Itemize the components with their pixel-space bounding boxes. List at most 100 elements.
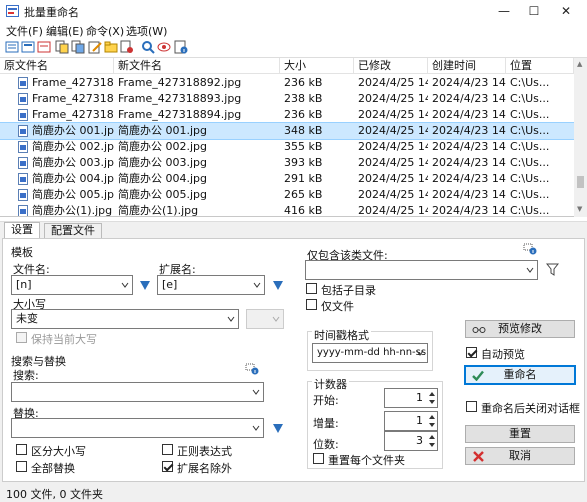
file-row[interactable]: 简鹿办公(1).jpg 简鹿办公(1).jpg 416 kB 2024/4/25 14…	[0, 203, 574, 217]
regex-checkbox[interactable]	[162, 444, 173, 455]
spin-arrows-icon[interactable]	[428, 390, 436, 406]
edit-icon[interactable]	[88, 40, 102, 54]
rename-button[interactable]: 重命名	[464, 365, 576, 385]
filter-funnel-icon[interactable]	[546, 263, 559, 276]
file-row[interactable]: Frame_4273188... Frame_427318894.jpg 236 k…	[0, 107, 574, 123]
info-icon[interactable]	[174, 40, 188, 54]
timestamp-format-combo[interactable]: yyyy-mm-dd hh-nn-ss	[312, 343, 428, 363]
move-icon[interactable]	[71, 40, 85, 54]
reset-button[interactable]: 重置	[465, 425, 575, 443]
help-info-icon[interactable]	[523, 243, 537, 255]
preview-button[interactable]: 预览修改	[465, 320, 575, 338]
replace-all-checkbox[interactable]	[16, 461, 27, 472]
chevron-down-icon	[272, 316, 280, 322]
case-sensitive-label: 区分大小写	[31, 445, 86, 458]
horizontal-scrollbar[interactable]	[0, 217, 587, 222]
file-cell: C:\Us...	[510, 140, 550, 153]
column-modified[interactable]: 已修改	[354, 58, 428, 74]
search-icon[interactable]	[141, 40, 155, 54]
filter-combo[interactable]	[305, 260, 538, 280]
file-row[interactable]: 简鹿办公 001.jpg 简鹿办公 001.jpg 348 kB 2024/4/25 …	[0, 122, 575, 140]
file-cell: 265 kB	[284, 188, 323, 201]
file-row[interactable]: 简鹿办公 003.jpg 简鹿办公 003.jpg 393 kB 2024/4/25 …	[0, 155, 574, 171]
case-combo[interactable]: 未变	[11, 309, 239, 329]
file-cell: 416 kB	[284, 204, 323, 217]
minimize-button[interactable]: —	[490, 0, 518, 22]
menu-command[interactable]: 命令(X)	[86, 23, 124, 39]
add-file-icon[interactable]	[37, 40, 51, 54]
file-row[interactable]: 简鹿办公 004.jpg 简鹿办公 004.jpg 291 kB 2024/4/25 …	[0, 171, 574, 187]
file-cell: 2024/4/23 14...	[432, 204, 506, 217]
folder-icon[interactable]	[104, 40, 118, 54]
keep-case-checkbox[interactable]	[16, 332, 27, 343]
case-sensitive-checkbox[interactable]	[16, 444, 27, 455]
files-only-checkbox[interactable]	[306, 299, 317, 310]
image-file-icon	[18, 173, 28, 185]
list-scrollbar[interactable]: ▲ ▼	[574, 58, 587, 217]
filename-insert-menu-icon[interactable]	[140, 281, 150, 290]
file-cell: 简鹿办公 002.jpg	[32, 140, 114, 153]
file-cell: 238 kB	[284, 92, 323, 105]
settings-panel: 模板 文件名: [n] 扩展名: [e] 大小写 未变 保持当前大写 搜索与替换…	[2, 238, 585, 482]
help-info-icon[interactable]	[245, 363, 259, 375]
auto-preview-checkbox[interactable]	[466, 347, 477, 358]
file-cell: 2024/4/23 14...	[432, 172, 506, 185]
file-cell: 2024/4/23 14...	[432, 124, 506, 137]
close-button[interactable]: ✕	[552, 0, 580, 22]
menu-edit[interactable]: 编辑(E)	[46, 23, 84, 39]
file-cell: Frame_427318893.jpg	[118, 92, 242, 105]
search-label: 搜索:	[13, 369, 39, 382]
column-location[interactable]: 位置	[506, 58, 574, 74]
file-cell: C:\Us...	[510, 204, 550, 217]
filename-combo[interactable]: [n]	[11, 275, 133, 295]
search-input[interactable]	[11, 382, 264, 402]
file-row[interactable]: Frame_4273188... Frame_427318892.jpg 236 k…	[0, 75, 574, 91]
file-cell: 291 kB	[284, 172, 323, 185]
tab-profiles[interactable]: 配置文件	[44, 223, 102, 239]
file-cell: 简鹿办公 004.jpg	[32, 172, 114, 185]
file-cell: 236 kB	[284, 108, 323, 121]
exclude-extension-checkbox[interactable]	[162, 461, 173, 472]
column-size[interactable]: 大小	[280, 58, 354, 74]
image-file-icon	[18, 189, 28, 201]
close-after-rename-checkbox[interactable]	[466, 401, 477, 412]
file-row[interactable]: Frame_4273188... Frame_427318893.jpg 238 k…	[0, 91, 574, 107]
column-original-name[interactable]: 原文件名	[0, 58, 114, 74]
keep-case-label: 保持当前大写	[31, 333, 97, 346]
spin-arrows-icon[interactable]	[428, 413, 436, 429]
file-row[interactable]: 简鹿办公 005.jpg 简鹿办公 005.jpg 265 kB 2024/4/25 …	[0, 187, 574, 203]
file-cell: 355 kB	[284, 140, 323, 153]
extension-insert-menu-icon[interactable]	[273, 281, 283, 290]
file-cell: 2024/4/23 14...	[432, 188, 506, 201]
settings-icon[interactable]	[120, 40, 134, 54]
file-cell: 2024/4/23 14...	[432, 108, 506, 121]
file-cell: 2024/4/25 14...	[358, 76, 428, 89]
extension-combo[interactable]: [e]	[157, 275, 265, 295]
preview-eye-icon[interactable]	[157, 40, 171, 54]
file-list[interactable]: 原文件名 新文件名 大小 已修改 创建时间 位置 Frame_4273188..…	[0, 58, 587, 217]
list-icon[interactable]	[5, 40, 19, 54]
spin-arrows-icon[interactable]	[428, 433, 436, 449]
timestamp-group-label: 时间戳格式	[312, 327, 371, 343]
reset-per-folder-checkbox[interactable]	[313, 453, 324, 464]
file-cell: Frame_427318892.jpg	[118, 76, 242, 89]
column-created[interactable]: 创建时间	[428, 58, 506, 74]
file-cell: 2024/4/25 14...	[358, 108, 428, 121]
reset-per-folder-label: 重置每个文件夹	[328, 454, 405, 467]
menu-options[interactable]: 选项(W)	[126, 23, 167, 39]
menu-file[interactable]: 文件(F)	[6, 23, 43, 39]
details-icon[interactable]	[21, 40, 35, 54]
cancel-button[interactable]: 取消	[465, 447, 575, 465]
file-row[interactable]: 简鹿办公 002.jpg 简鹿办公 002.jpg 355 kB 2024/4/25 …	[0, 139, 574, 155]
file-cell: 2024/4/25 14...	[358, 204, 428, 217]
replace-insert-menu-icon[interactable]	[273, 424, 283, 433]
file-cell: 2024/4/25 14...	[358, 172, 428, 185]
case-option-combo[interactable]	[246, 309, 284, 329]
copy-icon[interactable]	[55, 40, 69, 54]
column-new-name[interactable]: 新文件名	[114, 58, 280, 74]
tab-settings[interactable]: 设置	[4, 222, 40, 239]
maximize-button[interactable]: ☐	[520, 0, 548, 22]
replace-input[interactable]	[11, 418, 264, 438]
include-subdirs-checkbox[interactable]	[306, 283, 317, 294]
counter-group-label: 计数器	[312, 376, 349, 392]
